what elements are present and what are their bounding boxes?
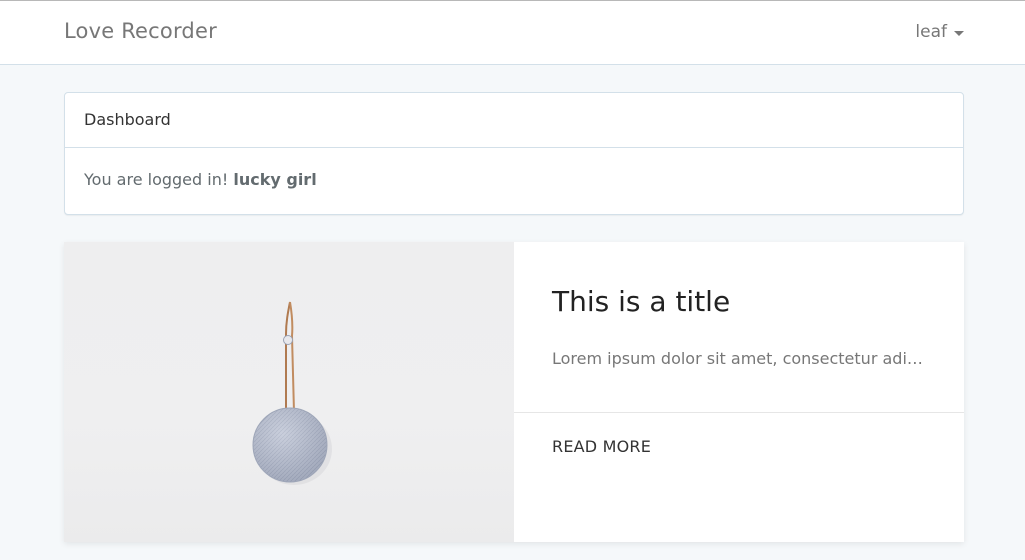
user-menu-label: leaf xyxy=(915,22,947,42)
login-status-text: You are logged in! xyxy=(84,170,229,189)
brand-link[interactable]: Love Recorder xyxy=(64,19,217,43)
user-menu-dropdown[interactable]: leaf xyxy=(915,22,964,42)
user-display-name: lucky girl xyxy=(233,170,317,189)
panel-body: You are logged in! lucky girl xyxy=(65,148,963,189)
card-divider xyxy=(514,412,964,413)
panel-heading: Dashboard xyxy=(65,93,963,148)
read-more-link[interactable]: READ MORE xyxy=(552,437,651,456)
article-card: This is a title Lorem ipsum dolor sit am… xyxy=(64,242,964,542)
card-content: This is a title Lorem ipsum dolor sit am… xyxy=(514,242,964,542)
card-title: This is a title xyxy=(552,285,731,318)
hanging-speaker-image xyxy=(64,242,514,542)
dashboard-panel: Dashboard You are logged in! lucky girl xyxy=(64,92,964,215)
card-text: Lorem ipsum dolor sit amet, consectetur … xyxy=(552,349,932,368)
navbar: Love Recorder leaf xyxy=(0,0,1025,65)
chevron-down-icon xyxy=(954,30,964,36)
speaker-illustration xyxy=(252,301,332,485)
